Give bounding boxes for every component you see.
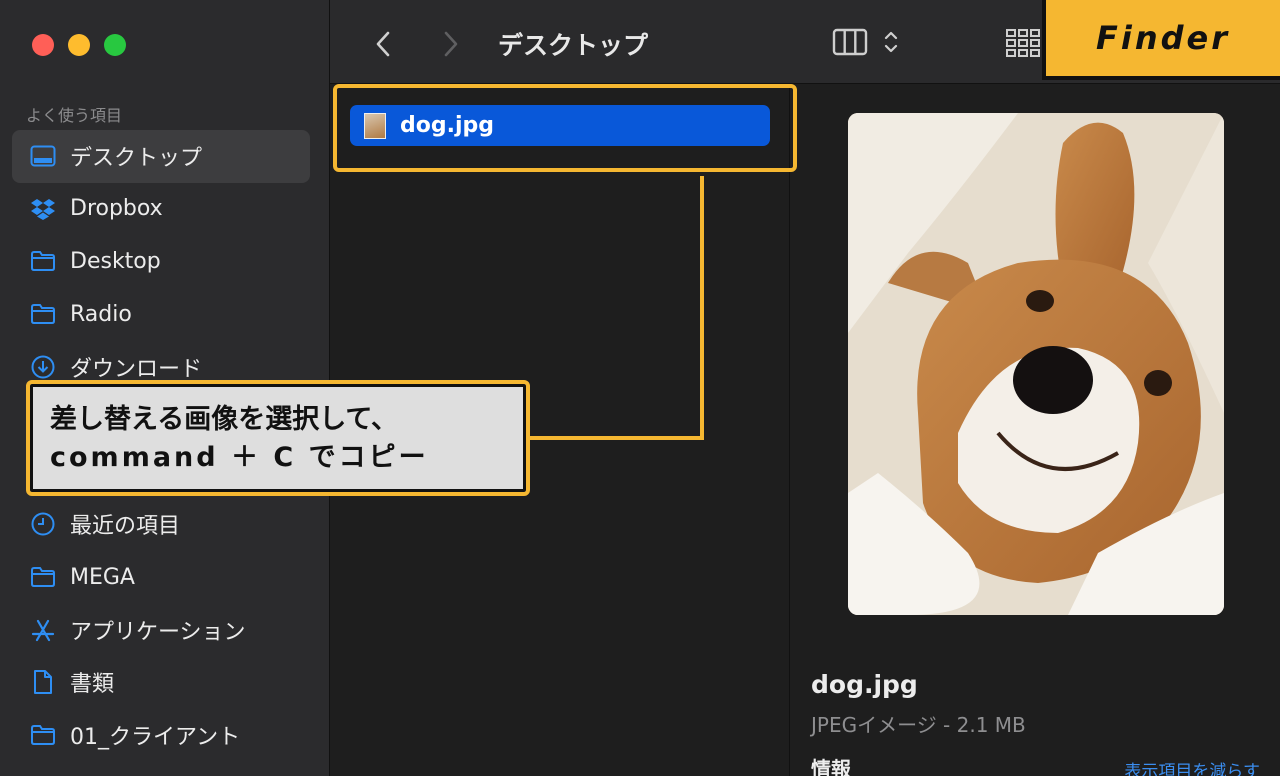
dog-photo-preview bbox=[848, 113, 1224, 615]
show-less-link[interactable]: 表示項目を減らす bbox=[1124, 757, 1260, 776]
window-controls bbox=[32, 34, 126, 56]
callout-connector-horizontal bbox=[530, 436, 704, 440]
desktop-icon bbox=[30, 143, 56, 169]
sidebar-item-label: 01_クライアント bbox=[70, 724, 241, 750]
folder-icon bbox=[30, 301, 56, 327]
preview-pane: dog.jpg JPEGイメージ - 2.1 MB 情報 表示項目を減らす bbox=[791, 85, 1280, 776]
dropbox-icon bbox=[30, 196, 56, 222]
highlight-box bbox=[333, 84, 797, 172]
preview-file-kind: JPEGイメージ - 2.1 MB bbox=[811, 713, 1026, 737]
sidebar-item-client[interactable]: 01_クライアント bbox=[12, 709, 310, 762]
document-icon bbox=[30, 669, 56, 695]
sidebar-item-desktop[interactable]: Desktop bbox=[12, 235, 310, 288]
sidebar-item-label: 書類 bbox=[70, 672, 115, 698]
sidebar-item-applications[interactable]: アプリケーション bbox=[12, 603, 310, 656]
app-label-text: Finder bbox=[1096, 19, 1230, 57]
clock-icon bbox=[30, 511, 56, 537]
forward-button[interactable] bbox=[436, 24, 466, 64]
sidebar-item-label: デスクトップ bbox=[70, 146, 203, 172]
sidebar-item-label: Dropbox bbox=[70, 196, 163, 222]
group-button[interactable] bbox=[1005, 27, 1041, 63]
columns-view-icon bbox=[832, 28, 868, 56]
sidebar-item-label: 最近の項目 bbox=[70, 514, 181, 540]
sidebar-item-label: アプリケーション bbox=[70, 619, 246, 645]
sidebar-item-documents[interactable]: 書類 bbox=[12, 656, 310, 709]
sidebar-item-radio[interactable]: Radio bbox=[12, 288, 310, 341]
grid-icon bbox=[1006, 29, 1040, 57]
sidebar-item-dropbox[interactable]: Dropbox bbox=[12, 183, 310, 236]
sidebar-section-title: よく使う項目 bbox=[26, 106, 123, 125]
close-button[interactable] bbox=[32, 34, 54, 56]
folder-icon bbox=[30, 564, 56, 590]
minimize-button[interactable] bbox=[68, 34, 90, 56]
app-label-badge: Finder bbox=[1042, 0, 1280, 80]
sidebar-item-mega[interactable]: MEGA bbox=[12, 551, 310, 604]
sidebar-item-recents[interactable]: 最近の項目 bbox=[12, 498, 310, 551]
callout-text-line1: 差し替える画像を選択して、 bbox=[50, 404, 399, 435]
view-mode-button[interactable] bbox=[832, 27, 900, 57]
download-icon bbox=[30, 354, 56, 380]
instruction-callout: 差し替える画像を選択して、 command ＋ C でコピー bbox=[26, 380, 530, 496]
chevron-right-icon bbox=[444, 31, 458, 57]
zoom-button[interactable] bbox=[104, 34, 126, 56]
chevron-left-icon bbox=[376, 31, 390, 57]
folder-icon bbox=[30, 248, 56, 274]
sidebar-item-label: MEGA bbox=[70, 564, 135, 590]
sidebar-item-label: ダウンロード bbox=[70, 356, 203, 382]
folder-icon bbox=[30, 722, 56, 748]
back-button[interactable] bbox=[368, 24, 398, 64]
sidebar-item-label: Radio bbox=[70, 301, 132, 327]
preview-info-heading: 情報 bbox=[811, 757, 851, 776]
sidebar-item-desktop-jp[interactable]: デスクトップ bbox=[12, 130, 310, 183]
sidebar-item-label: Desktop bbox=[70, 248, 161, 274]
chevron-updown-icon bbox=[884, 31, 898, 53]
preview-file-name: dog.jpg bbox=[811, 670, 918, 699]
window-title: デスクトップ bbox=[498, 31, 649, 60]
callout-text-line2: command ＋ C でコピー bbox=[50, 442, 429, 473]
callout-connector-vertical bbox=[700, 176, 704, 440]
applications-icon bbox=[30, 617, 56, 643]
